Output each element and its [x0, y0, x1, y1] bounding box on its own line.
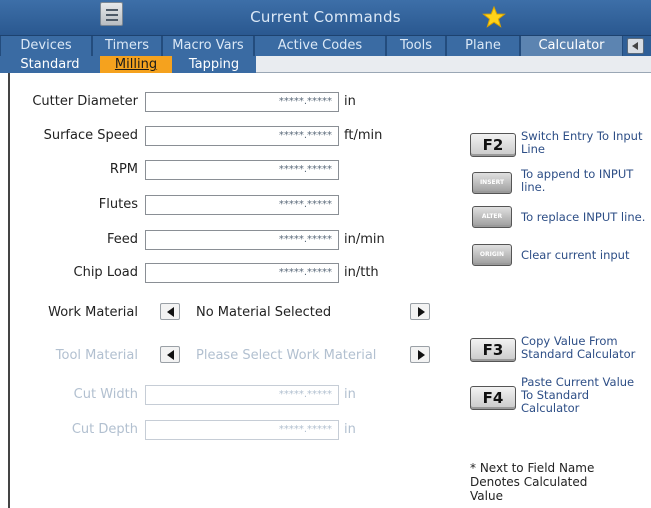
insert-key[interactable]: INSERT: [472, 172, 512, 194]
cut-width-field[interactable]: *****.*****: [145, 385, 339, 405]
tool-material-value: Please Select Work Material: [196, 348, 377, 363]
tab-timers[interactable]: Timers: [92, 36, 162, 56]
tab-tools[interactable]: Tools: [386, 36, 446, 56]
tab-scroll-left-icon[interactable]: [627, 38, 644, 54]
feed-unit: in/min: [344, 232, 385, 247]
tool-material-prev-icon[interactable]: [160, 346, 180, 363]
f4-help-text: Paste Current Value To Standard Calculat…: [521, 375, 635, 415]
tab-devices[interactable]: Devices: [0, 36, 92, 56]
chip-load-label: Chip Load: [73, 265, 139, 280]
cut-width-label: Cut Width: [73, 387, 138, 402]
cutter-diameter-field[interactable]: *****.*****: [145, 92, 339, 112]
chip-load-field[interactable]: *****.*****: [145, 263, 339, 283]
feed-field[interactable]: *****.*****: [145, 230, 339, 250]
subtab-tapping[interactable]: Tapping: [172, 56, 256, 73]
work-material-next-icon[interactable]: [410, 303, 430, 320]
f4-key[interactable]: F4: [470, 386, 516, 410]
surface-speed-field[interactable]: *****.*****: [145, 126, 339, 146]
f3-help-text: Copy Value From Standard Calculator: [521, 334, 636, 361]
cut-width-unit: in: [344, 387, 356, 402]
subtab-standard[interactable]: Standard: [0, 56, 100, 73]
f2-key[interactable]: F2: [470, 133, 516, 157]
feed-label: Feed: [106, 232, 138, 247]
work-material-prev-icon[interactable]: [160, 303, 180, 320]
tab-plane[interactable]: Plane: [446, 36, 520, 56]
subtab-milling[interactable]: Milling: [100, 56, 172, 73]
work-material-value: No Material Selected: [196, 305, 332, 320]
origin-key[interactable]: ORIGIN: [472, 244, 512, 266]
surface-speed-label: Surface Speed: [43, 128, 138, 143]
rpm-field[interactable]: *****.*****: [145, 160, 339, 180]
cut-depth-field[interactable]: *****.*****: [145, 420, 339, 440]
alter-key[interactable]: ALTER: [472, 206, 512, 228]
cut-depth-label: Cut Depth: [71, 422, 138, 437]
star-icon[interactable]: [482, 6, 506, 28]
cutter-diameter-label: Cutter Diameter: [32, 94, 138, 109]
tab-active-codes[interactable]: Active Codes: [254, 36, 386, 56]
flutes-field[interactable]: *****.*****: [145, 195, 339, 215]
tab-calculator[interactable]: Calculator: [520, 36, 623, 56]
tab-macro-vars[interactable]: Macro Vars: [162, 36, 254, 56]
rpm-label: RPM: [109, 162, 138, 177]
alter-help-text: To replace INPUT line.: [521, 210, 646, 224]
work-material-label: Work Material: [48, 305, 138, 320]
cut-depth-unit: in: [344, 422, 356, 437]
f3-key[interactable]: F3: [470, 338, 516, 362]
tool-material-label: Tool Material: [55, 348, 138, 363]
chip-load-unit: in/tth: [344, 265, 379, 280]
flutes-label: Flutes: [98, 197, 138, 212]
surface-speed-unit: ft/min: [344, 128, 383, 143]
insert-help-text: To append to INPUT line.: [521, 167, 634, 194]
cutter-diameter-unit: in: [344, 94, 356, 109]
calculated-value-footnote: * Next to Field Name Denotes Calculated …: [470, 461, 595, 503]
tool-material-next-icon[interactable]: [410, 346, 430, 363]
f2-help-text: Switch Entry To Input Line: [521, 129, 643, 156]
window-title: Current Commands: [250, 8, 401, 26]
origin-help-text: Clear current input: [521, 248, 630, 262]
